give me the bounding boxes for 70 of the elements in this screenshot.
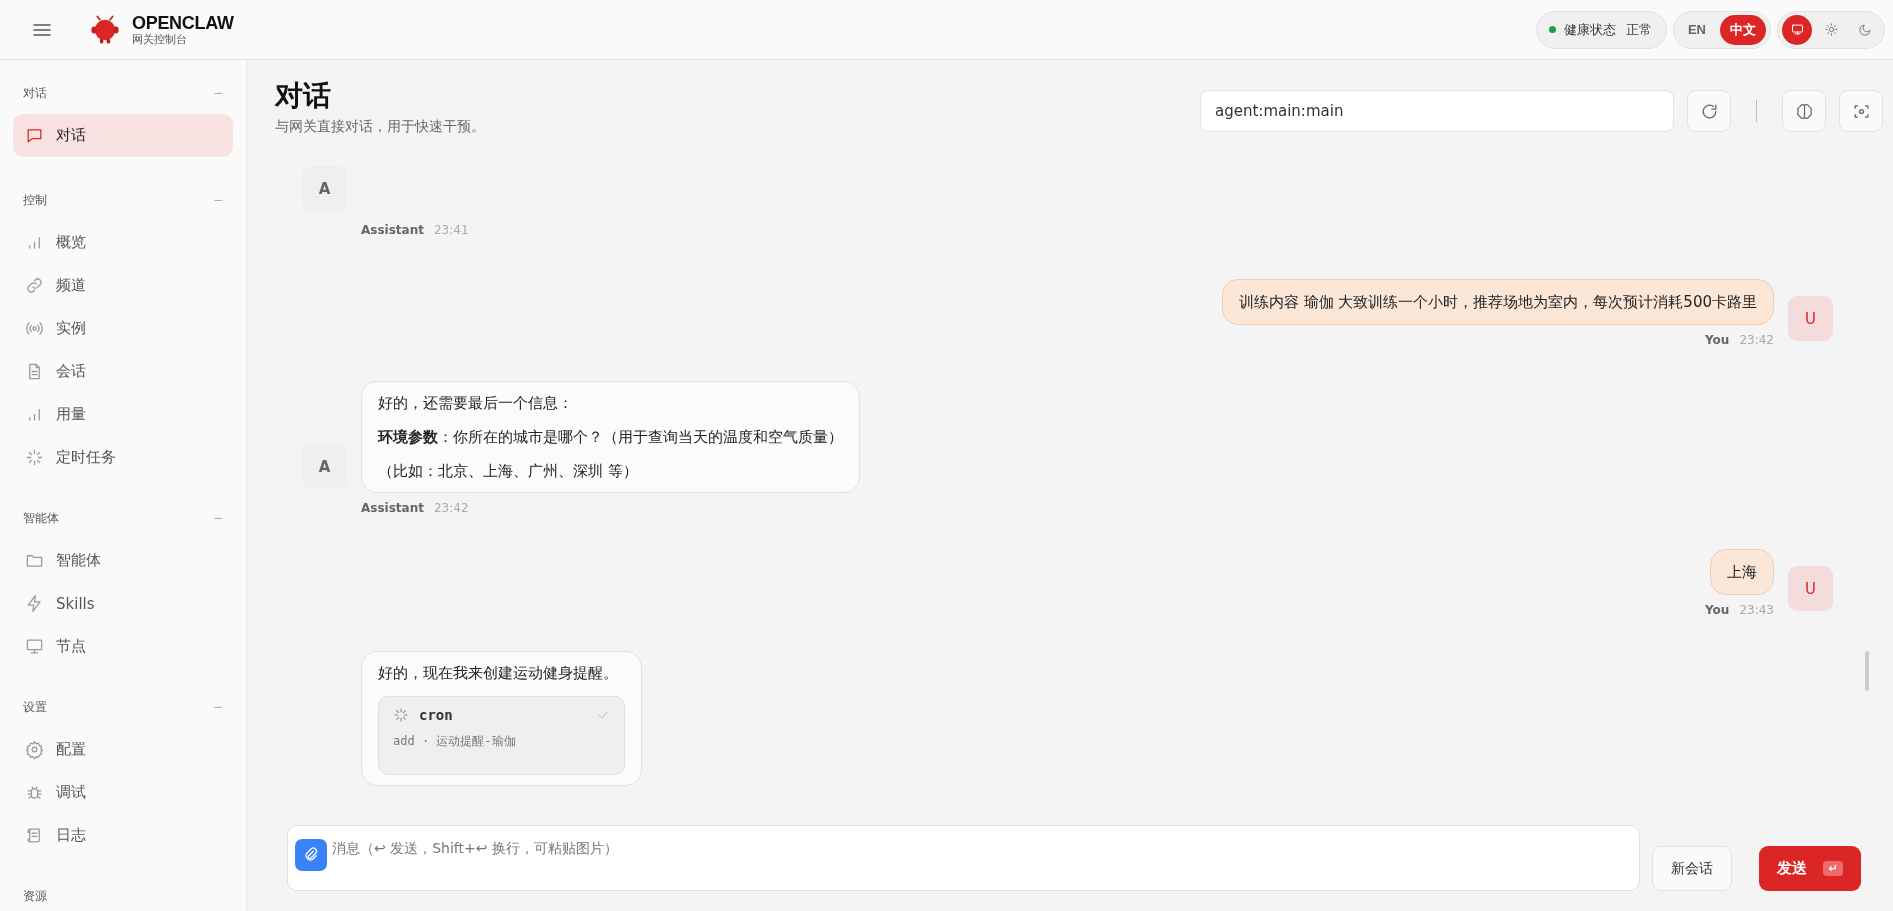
message-author: You	[1705, 603, 1730, 617]
sidebar-item[interactable]: 概览	[13, 221, 233, 264]
sidebar-item[interactable]: 调试	[13, 771, 233, 814]
focus-mode-button[interactable]	[1839, 90, 1883, 132]
message-text: 上海	[1727, 562, 1757, 583]
monitor-icon	[25, 637, 44, 656]
brand-subtitle: 网关控制台	[132, 32, 188, 47]
sidebar-item[interactable]: 节点	[13, 625, 233, 668]
monitor-icon	[1789, 22, 1805, 37]
sidebar-item[interactable]: 智能体	[13, 539, 233, 582]
message-author: Assistant	[361, 223, 424, 237]
refresh-button[interactable]	[1687, 90, 1731, 132]
brain-icon	[1794, 101, 1814, 121]
health-value: 正常	[1625, 20, 1652, 39]
scrollbar-thumb[interactable]	[1865, 651, 1869, 691]
sidebar-item[interactable]: 对话	[13, 114, 233, 157]
send-button[interactable]: 发送 ↵	[1759, 846, 1861, 891]
section-heading: 控制	[23, 191, 47, 209]
shortcut-key: ↵	[1823, 861, 1843, 876]
attach-button[interactable]	[295, 839, 327, 871]
tool-name: cron	[419, 707, 454, 723]
sidebar-item[interactable]: 实例	[13, 307, 233, 350]
spinner-icon	[393, 707, 409, 723]
paperclip-icon	[302, 846, 320, 864]
sidebar-item[interactable]: 定时任务	[13, 436, 233, 479]
language-option[interactable]: 中文	[1720, 14, 1766, 45]
page-title: 对话	[275, 78, 332, 114]
send-label: 发送	[1777, 859, 1808, 878]
message-text: 环境参数：你所在的城市是哪个？（用于查询当天的温度和空气质量）	[378, 427, 843, 448]
session-field[interactable]: agent:main:main	[1200, 90, 1674, 132]
message-time: 23:41	[433, 223, 469, 237]
message-text: （比如：北京、上海、广州、深圳 等）	[378, 461, 639, 482]
chat-bubble-icon	[25, 126, 44, 145]
thinking-toggle-button[interactable]	[1782, 90, 1826, 132]
section-heading: 对话	[23, 84, 47, 102]
sidebar-item[interactable]: 日志	[13, 814, 233, 857]
message-author: Assistant	[361, 501, 424, 515]
sun-icon	[1823, 22, 1839, 37]
avatar: U	[1788, 296, 1833, 341]
moon-icon	[1857, 22, 1873, 37]
message-text: 好的，现在我来创建运动健身提醒。	[378, 663, 619, 684]
avatar: A	[302, 444, 347, 489]
avatar: A	[302, 166, 347, 211]
message-time: 23:42	[1739, 333, 1774, 347]
sidebar-item[interactable]: 会话	[13, 350, 233, 393]
message-time: 23:42	[433, 501, 469, 515]
message-text: 好的，还需要最后一个信息：	[378, 393, 574, 414]
section-heading: 资源	[23, 887, 47, 905]
page-subtitle: 与网关直接对话，用于快速干预。	[275, 118, 485, 136]
avatar: U	[1788, 566, 1833, 611]
brand-name: OPENCLAW	[132, 12, 234, 33]
sidebar-item[interactable]: 配置	[13, 728, 233, 771]
health-label: 健康状态	[1563, 20, 1616, 39]
sidebar-item[interactable]: 频道	[13, 264, 233, 307]
settings-icon	[25, 740, 44, 759]
language-option[interactable]: EN	[1677, 14, 1716, 45]
section-heading: 设置	[23, 698, 47, 716]
bug-icon	[25, 783, 44, 802]
new-session-button[interactable]: 新会话	[1652, 846, 1732, 891]
message-time: 23:43	[1739, 603, 1774, 617]
theme-system-button[interactable]	[1782, 14, 1812, 45]
section-heading: 智能体	[23, 509, 59, 527]
spinner-icon	[25, 448, 44, 467]
sidebar-item[interactable]: 用量	[13, 393, 233, 436]
sidebar-item[interactable]: Skills	[13, 582, 233, 625]
tool-detail: add · 运动提醒-瑜伽	[393, 733, 517, 750]
message-text: 训练内容 瑜伽 大致训练一个小时，推荐场地为室内，每次预计消耗500卡路里	[1238, 292, 1757, 313]
link-icon	[25, 276, 44, 295]
message-input[interactable]: 消息（↩ 发送，Shift+↩ 换行，可粘贴图片）	[287, 825, 1640, 891]
message-author: You	[1705, 333, 1730, 347]
